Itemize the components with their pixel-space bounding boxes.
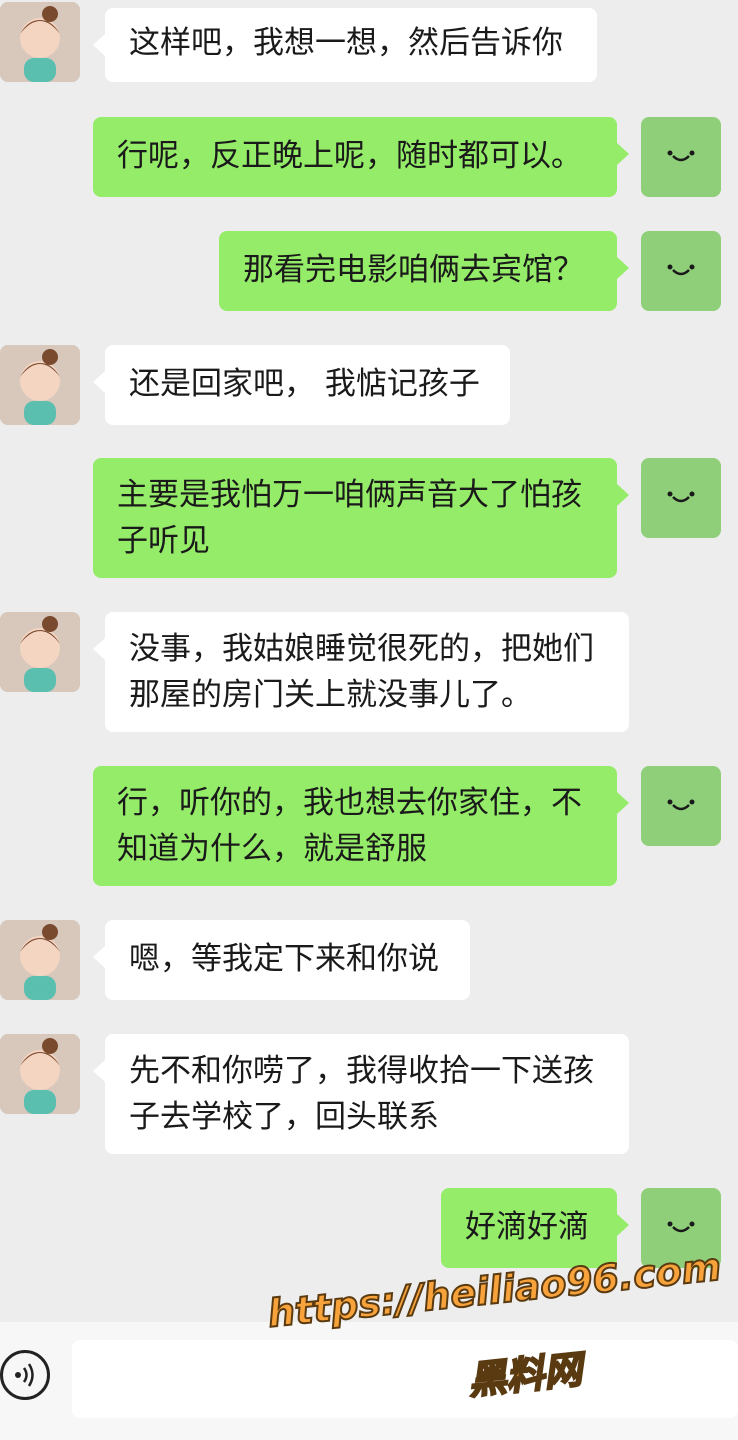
my-avatar[interactable] <box>641 231 721 311</box>
girl-avatar-icon <box>0 345 80 425</box>
my-avatar[interactable] <box>641 458 721 538</box>
smile-icon <box>667 264 695 276</box>
contact-avatar[interactable] <box>0 2 80 82</box>
girl-avatar-icon <box>0 920 80 1000</box>
contact-avatar[interactable] <box>0 1034 80 1114</box>
contact-avatar[interactable] <box>0 920 80 1000</box>
smile-icon <box>667 799 695 811</box>
smile-icon <box>667 150 695 162</box>
contact-avatar[interactable] <box>0 345 80 425</box>
voice-icon <box>15 1363 34 1387</box>
message-bubble[interactable]: 先不和你唠了，我得收拾一下送孩 子去学校了，回头联系 <box>93 1034 629 1154</box>
my-avatar[interactable] <box>641 766 721 846</box>
contact-avatar[interactable] <box>0 612 80 692</box>
message-bubble[interactable]: 那看完电影咱俩去宾馆？ <box>219 231 629 311</box>
message-bubble[interactable]: 嗯，等我定下来和你说 <box>93 920 470 1000</box>
message-bubble[interactable]: 还是回家吧， 我惦记孩子 <box>93 345 510 425</box>
message-bubble[interactable]: 没事，我姑娘睡觉很死的，把她们 那屋的房门关上就没事儿了。 <box>93 612 629 732</box>
message-bubble[interactable]: 行，听你的，我也想去你家住，不 知道为什么，就是舒服 <box>93 766 629 886</box>
girl-avatar-icon <box>0 612 80 692</box>
message-bubble[interactable]: 好滴好滴 <box>441 1188 629 1268</box>
girl-avatar-icon <box>0 1034 80 1114</box>
message-bubble[interactable]: 主要是我怕万一咱俩声音大了怕孩 子听见 <box>93 458 629 578</box>
smile-icon <box>667 1221 695 1233</box>
girl-avatar-icon <box>0 2 80 82</box>
my-avatar[interactable] <box>641 117 721 197</box>
smile-icon <box>667 491 695 503</box>
message-bubble[interactable]: 行呢，反正晚上呢，随时都可以。 <box>93 117 629 197</box>
voice-button[interactable] <box>0 1350 50 1400</box>
message-input[interactable] <box>72 1340 738 1418</box>
message-bubble[interactable]: 这样吧，我想一想，然后告诉你 <box>93 8 597 82</box>
